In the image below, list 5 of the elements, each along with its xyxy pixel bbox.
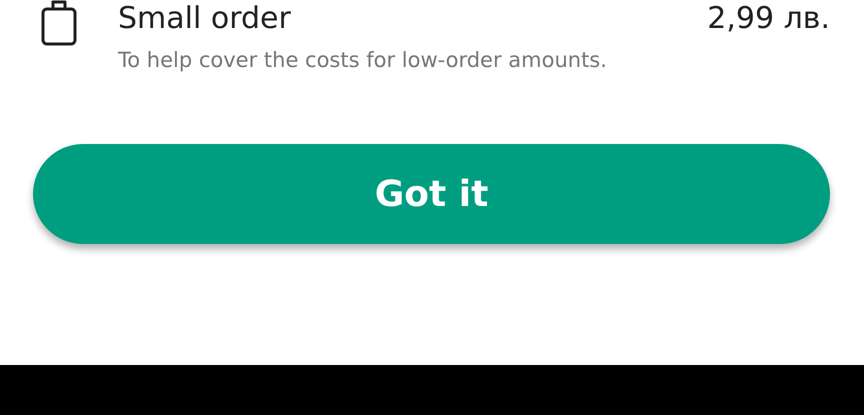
fee-price: 2,99 лв. xyxy=(707,1,830,37)
got-it-button[interactable]: Got it xyxy=(33,144,830,244)
bag-icon xyxy=(40,0,78,46)
fee-description: To help cover the costs for low-order amounts. xyxy=(118,47,608,74)
fee-title: Small order xyxy=(118,1,291,37)
